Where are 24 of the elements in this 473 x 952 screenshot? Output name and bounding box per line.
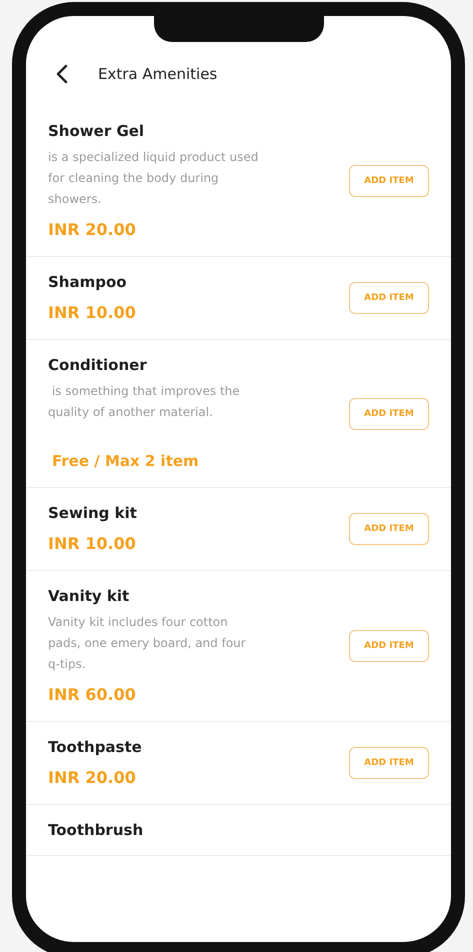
item-name: Shampoo	[48, 272, 128, 293]
add-item-button[interactable]: ADD ITEM	[349, 513, 429, 545]
item-name: Vanity kit	[48, 586, 130, 607]
item-price: INR 20.00	[48, 219, 136, 241]
screen-title: Extra Amenities	[98, 65, 218, 83]
back-icon[interactable]	[56, 64, 68, 84]
item-price: Free / Max 2 item	[52, 451, 199, 472]
add-item-button[interactable]: ADD ITEM	[349, 747, 429, 779]
item-description: Vanity kit includes four cotton pads, one emery board, and four q-tips.	[48, 614, 247, 673]
item-price: INR 20.00	[48, 767, 136, 789]
add-item-button[interactable]: ADD ITEM	[349, 165, 429, 197]
item-name: Toothbrush	[48, 820, 144, 841]
item-price: INR 10.00	[48, 533, 136, 555]
item-description: is a specialized liquid product used for cleaning the body during showers.	[48, 149, 260, 208]
item-price: INR 10.00	[48, 302, 136, 324]
item-name: Sewing kit	[48, 503, 138, 524]
item-price: INR 60.00	[48, 684, 136, 706]
add-item-button[interactable]: ADD ITEM	[349, 398, 429, 430]
item-name: Conditioner	[48, 355, 148, 376]
item-name: Shower Gel	[48, 121, 146, 142]
add-item-button[interactable]: ADD ITEM	[349, 282, 429, 314]
item-description: is something that improves the quality of another material.	[48, 383, 241, 421]
item-name: Toothpaste	[48, 737, 143, 758]
add-item-button[interactable]: ADD ITEM	[349, 630, 429, 662]
